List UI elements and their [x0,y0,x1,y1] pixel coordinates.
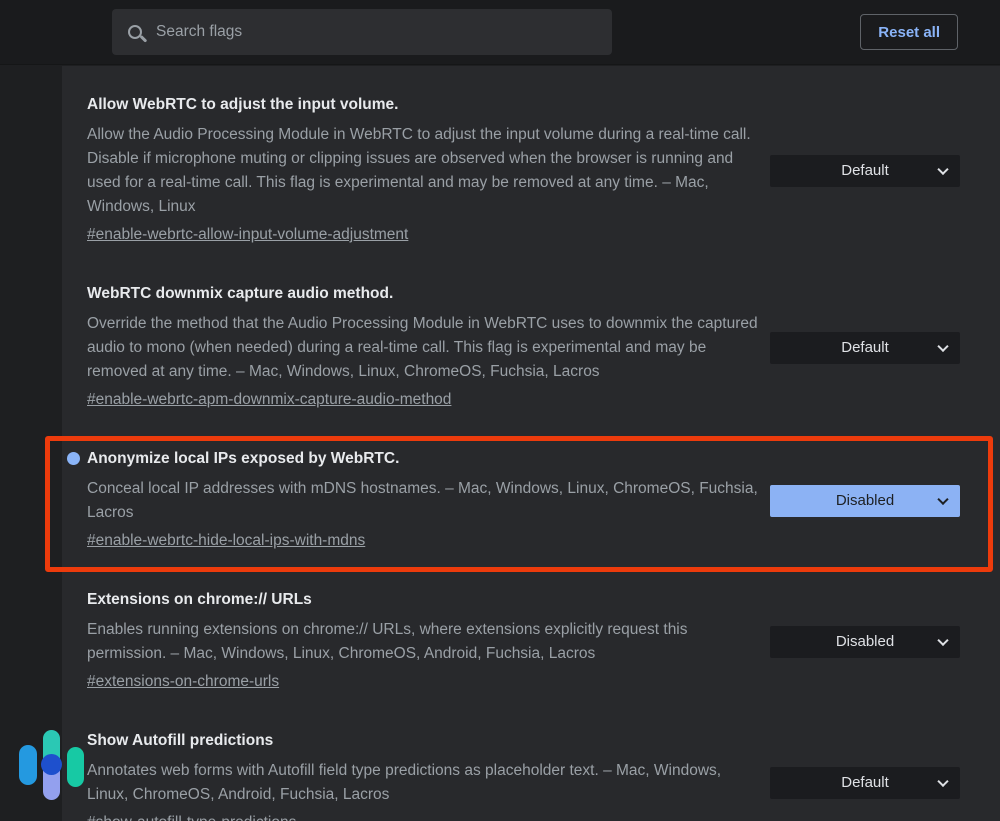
flag-description: Conceal local IP addresses with mDNS hos… [87,477,759,525]
assistant-listening-logo [19,730,85,801]
flag-title: WebRTC downmix capture audio method. [87,285,759,303]
search-icon [128,25,142,39]
flag-text: Allow WebRTC to adjust the input volume.… [87,96,759,245]
flag-row-webrtc-input-volume: Allow WebRTC to adjust the input volume.… [87,96,960,245]
flag-row-webrtc-downmix: WebRTC downmix capture audio method. Ove… [87,285,960,410]
flag-select-value: Default [841,339,889,356]
flag-select-value: Disabled [836,492,894,509]
flag-select-dropdown[interactable]: Default [770,332,960,364]
flag-select-dropdown[interactable]: Disabled [770,626,960,658]
flag-row-anonymize-local-ips: Anonymize local IPs exposed by WebRTC. C… [87,450,960,551]
flag-row-autofill-predictions: Show Autofill predictions Annotates web … [87,732,960,821]
flag-title: Extensions on chrome:// URLs [87,591,759,609]
flag-select-dropdown[interactable]: Disabled [770,485,960,517]
flag-text: WebRTC downmix capture audio method. Ove… [87,285,759,410]
logo-blue-circle [41,754,62,775]
flag-permalink[interactable]: #enable-webrtc-apm-downmix-capture-audio… [87,390,451,410]
flag-permalink[interactable]: #enable-webrtc-allow-input-volume-adjust… [87,225,408,245]
flag-title: Anonymize local IPs exposed by WebRTC. [87,450,759,468]
flag-permalink[interactable]: #enable-webrtc-hide-local-ips-with-mdns [87,531,365,551]
chevron-down-icon [937,493,948,504]
reset-all-button[interactable]: Reset all [860,14,958,50]
flag-select-value: Default [841,774,889,791]
flag-select-dropdown[interactable]: Default [770,767,960,799]
flag-select-value: Default [841,162,889,179]
flag-description: Annotates web forms with Autofill field … [87,759,759,807]
logo-blue-pill [19,745,37,785]
search-input[interactable] [156,23,596,41]
logo-teal-pill [67,747,84,787]
flag-description: Enables running extensions on chrome:// … [87,618,759,666]
flag-select-dropdown[interactable]: Default [770,155,960,187]
chevron-down-icon [937,340,948,351]
modified-flag-dot-icon [67,452,80,465]
chevron-down-icon [937,634,948,645]
flag-description: Allow the Audio Processing Module in Web… [87,123,759,219]
flag-text: Anonymize local IPs exposed by WebRTC. C… [87,450,759,551]
flag-title: Show Autofill predictions [87,732,759,750]
flag-row-extensions-chrome-urls: Extensions on chrome:// URLs Enables run… [87,591,960,692]
flag-text: Show Autofill predictions Annotates web … [87,732,759,821]
flag-title: Allow WebRTC to adjust the input volume. [87,96,759,114]
page-background: Allow WebRTC to adjust the input volume.… [0,66,1000,821]
chevron-down-icon [937,775,948,786]
flag-permalink[interactable]: #extensions-on-chrome-urls [87,672,279,692]
topbar: Reset all [0,0,1000,65]
search-box[interactable] [112,9,612,55]
flag-permalink[interactable]: #show-autofill-type-predictions [87,813,296,821]
flag-text: Extensions on chrome:// URLs Enables run… [87,591,759,692]
chevron-down-icon [937,163,948,174]
flag-description: Override the method that the Audio Proce… [87,312,759,384]
flag-select-value: Disabled [836,633,894,650]
flags-list: Allow WebRTC to adjust the input volume.… [62,66,1000,821]
